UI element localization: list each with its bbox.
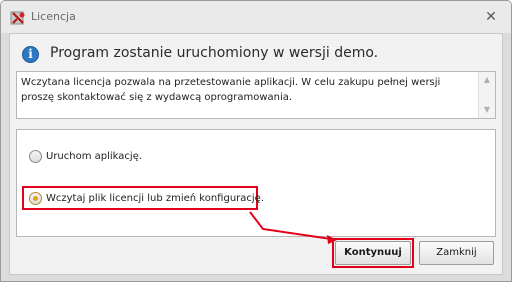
description-scrollbar[interactable]: ▲ ▼ <box>478 72 495 118</box>
dialog-header-text: Program zostanie uruchomiony w wersji de… <box>50 45 379 61</box>
option-load-license[interactable]: Wczytaj plik licencji lub zmień konfigur… <box>29 192 264 205</box>
run-app-label: Uruchom aplikację. <box>46 151 143 162</box>
close-button[interactable]: Zamknij <box>419 241 494 265</box>
continue-button[interactable]: Kontynuuj <box>335 241 411 265</box>
options-panel: Uruchom aplikację. Wczytaj plik licencji… <box>16 129 496 237</box>
close-window-button[interactable]: ✕ <box>483 9 499 25</box>
load-license-label: Wczytaj plik licencji lub zmień konfigur… <box>46 193 265 204</box>
close-icon: ✕ <box>485 9 497 25</box>
dialog-content: i Program zostanie uruchomiony w wersji … <box>9 33 503 275</box>
window-title: Licencja <box>31 10 76 23</box>
title-bar: Licencja ✕ <box>1 1 511 33</box>
description-textbox[interactable]: Wczytana licencja pozwala na przetestowa… <box>16 71 496 119</box>
run-app-radio[interactable] <box>29 150 42 163</box>
description-text: Wczytana licencja pozwala na przetestowa… <box>21 77 441 103</box>
option-run-app[interactable]: Uruchom aplikację. <box>29 150 142 163</box>
license-app-icon <box>10 11 25 25</box>
info-icon: i <box>22 46 39 63</box>
scroll-down-icon[interactable]: ▼ <box>479 102 495 118</box>
license-dialog: Licencja ✕ i Program zostanie uruchomion… <box>0 0 512 282</box>
load-license-radio[interactable] <box>29 192 42 205</box>
scroll-up-icon[interactable]: ▲ <box>479 72 495 88</box>
